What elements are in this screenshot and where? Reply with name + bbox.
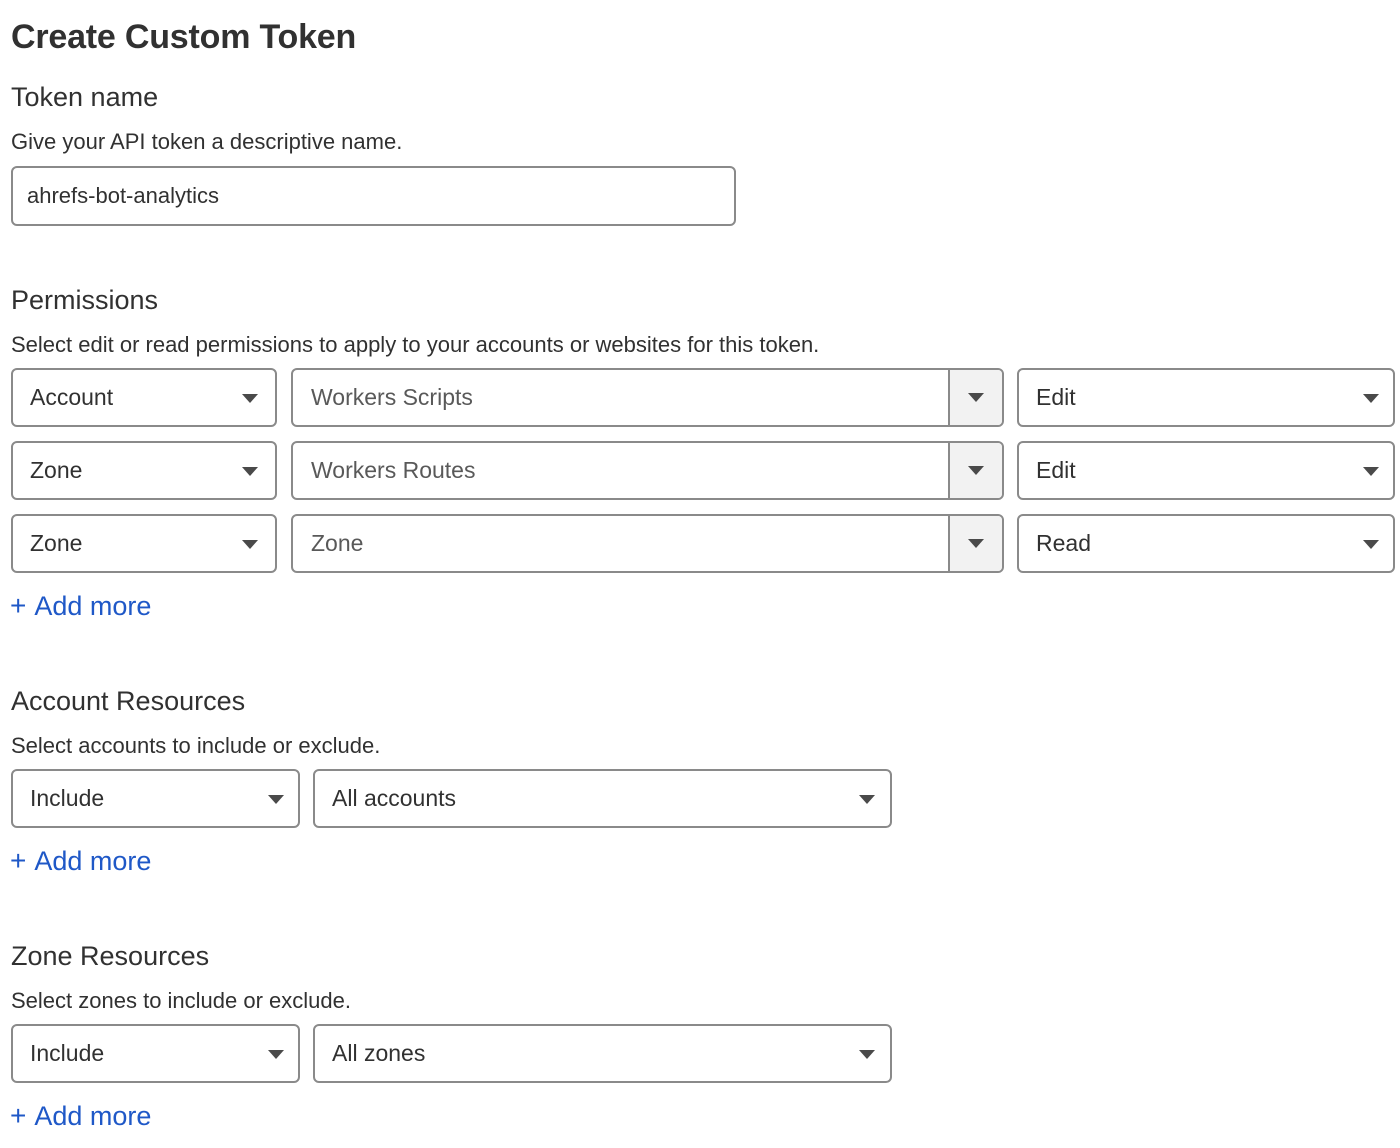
caret-down-icon <box>968 466 984 475</box>
permissions-description: Select edit or read permissions to apply… <box>11 332 820 357</box>
permission-item-combobox-1[interactable]: Workers Scripts <box>291 368 1004 427</box>
permission-scope-value-2: Zone <box>30 457 83 483</box>
account-resources-add-more-label: Add more <box>34 845 152 876</box>
plus-icon: + <box>10 845 27 876</box>
permission-scope-value-3: Zone <box>30 530 83 556</box>
permission-access-value-2: Edit <box>1036 457 1076 483</box>
zone-resources-mode-select[interactable]: Include <box>11 1024 300 1083</box>
account-resources-mode-value: Include <box>30 785 105 811</box>
caret-down-icon <box>242 466 258 476</box>
page-title: Create Custom Token <box>11 18 357 56</box>
token-name-description: Give your API token a descriptive name. <box>11 129 403 154</box>
caret-down-icon <box>1363 539 1379 549</box>
zone-resources-target-value: All zones <box>332 1040 426 1066</box>
permission-item-toggle-2[interactable] <box>948 443 1002 498</box>
permissions-heading: Permissions <box>11 285 159 315</box>
caret-down-icon <box>859 1049 875 1059</box>
permissions-add-more-link[interactable]: + Add more <box>10 590 151 622</box>
caret-down-icon <box>268 794 284 804</box>
permission-item-value-2[interactable]: Workers Routes <box>293 443 948 498</box>
account-resources-add-more-link[interactable]: + Add more <box>10 845 151 877</box>
account-resources-description: Select accounts to include or exclude. <box>11 733 381 758</box>
caret-down-icon <box>1363 466 1379 476</box>
plus-icon: + <box>10 590 27 621</box>
account-resources-mode-select[interactable]: Include <box>11 769 300 828</box>
permission-item-toggle-1[interactable] <box>948 370 1002 425</box>
account-resources-target-value: All accounts <box>332 785 457 811</box>
permission-access-select-2[interactable]: Edit <box>1017 441 1395 500</box>
caret-down-icon <box>968 393 984 402</box>
token-name-input[interactable] <box>11 166 736 226</box>
permission-item-toggle-3[interactable] <box>948 516 1002 571</box>
permission-item-combobox-3[interactable]: Zone <box>291 514 1004 573</box>
account-resources-heading: Account Resources <box>11 686 246 716</box>
plus-icon: + <box>10 1100 27 1131</box>
token-name-heading: Token name <box>11 82 159 112</box>
permission-scope-value-1: Account <box>30 384 114 410</box>
caret-down-icon <box>859 794 875 804</box>
zone-resources-add-more-link[interactable]: + Add more <box>10 1100 151 1132</box>
caret-down-icon <box>242 539 258 549</box>
caret-down-icon <box>268 1049 284 1059</box>
zone-resources-heading: Zone Resources <box>11 941 210 971</box>
zone-resources-add-more-label: Add more <box>34 1100 152 1131</box>
permission-access-select-1[interactable]: Edit <box>1017 368 1395 427</box>
permission-item-value-1[interactable]: Workers Scripts <box>293 370 948 425</box>
zone-resources-target-select[interactable]: All zones <box>313 1024 892 1083</box>
zone-resources-mode-value: Include <box>30 1040 105 1066</box>
permission-access-value-3: Read <box>1036 530 1091 556</box>
permission-scope-select-3[interactable]: Zone <box>11 514 277 573</box>
permission-scope-select-2[interactable]: Zone <box>11 441 277 500</box>
permission-item-combobox-2[interactable]: Workers Routes <box>291 441 1004 500</box>
permission-access-value-1: Edit <box>1036 384 1076 410</box>
permission-item-value-3[interactable]: Zone <box>293 516 948 571</box>
permission-scope-select-1[interactable]: Account <box>11 368 277 427</box>
caret-down-icon <box>968 539 984 548</box>
zone-resources-description: Select zones to include or exclude. <box>11 988 351 1013</box>
account-resources-target-select[interactable]: All accounts <box>313 769 892 828</box>
caret-down-icon <box>242 393 258 403</box>
caret-down-icon <box>1363 393 1379 403</box>
permission-access-select-3[interactable]: Read <box>1017 514 1395 573</box>
permissions-add-more-label: Add more <box>34 590 152 621</box>
